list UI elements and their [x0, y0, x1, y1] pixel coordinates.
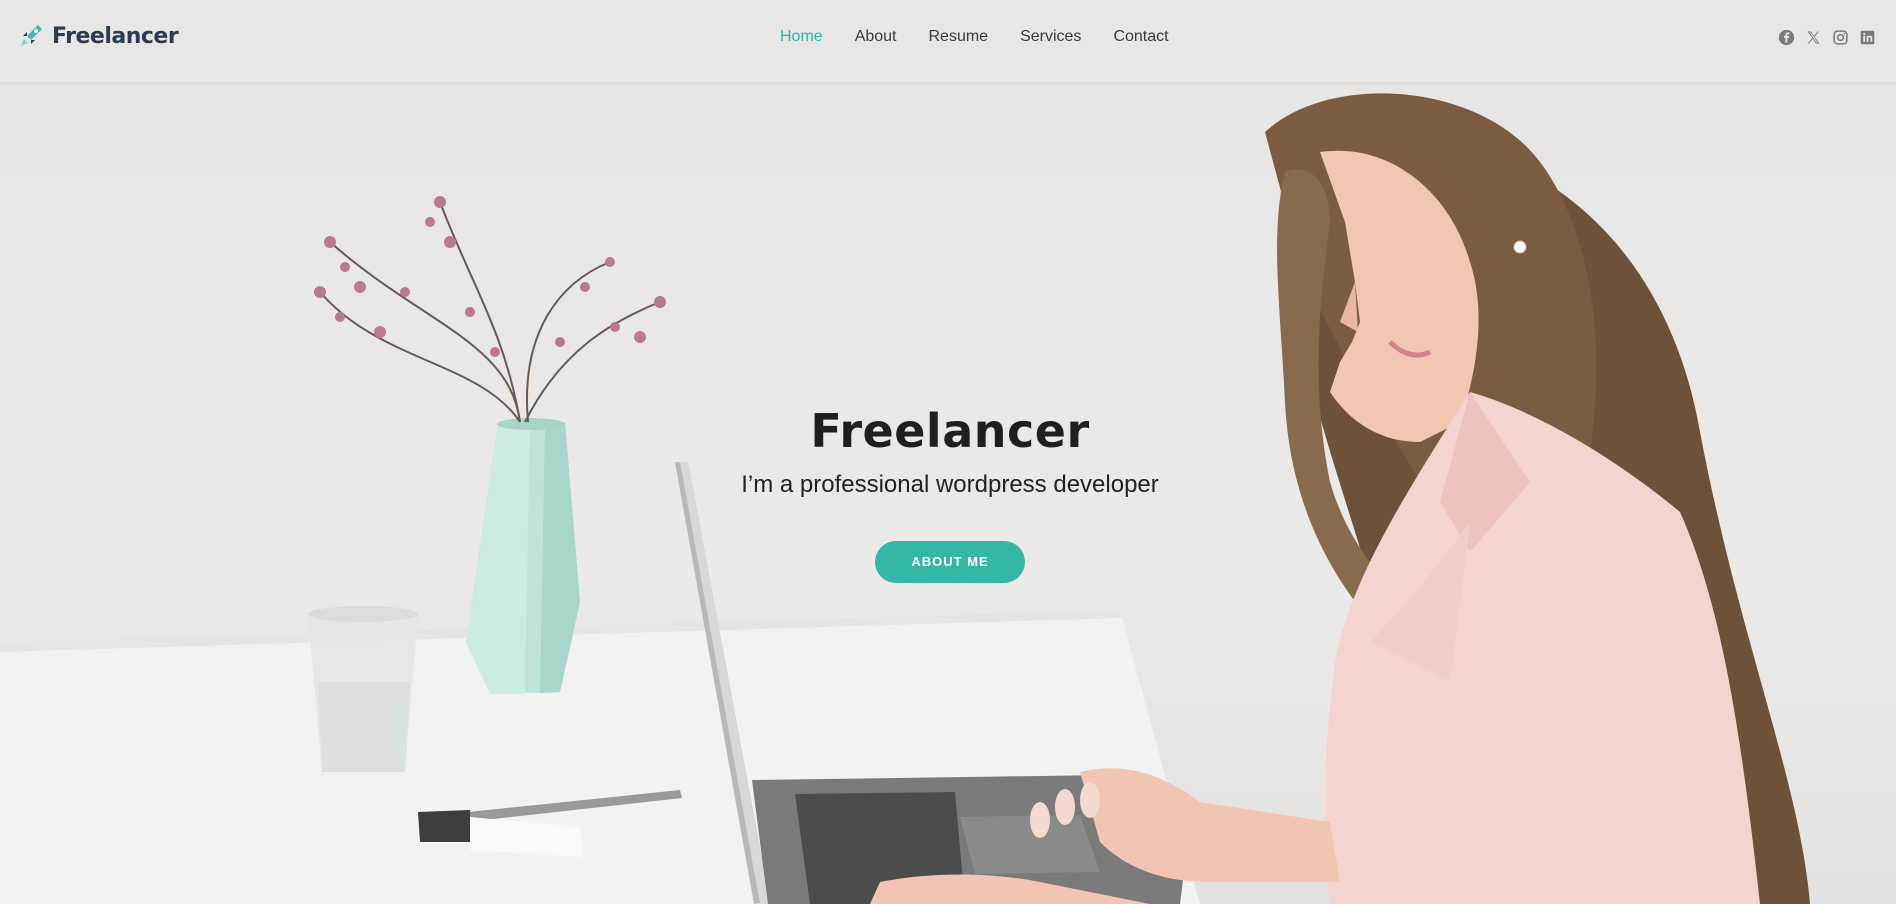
- logo-text: Freelancer: [52, 23, 179, 49]
- social-links: [1778, 29, 1876, 46]
- site-header: Freelancer Home About Resume Services Co…: [0, 0, 1896, 82]
- site-logo[interactable]: Freelancer: [16, 20, 179, 52]
- nav-services[interactable]: Services: [1020, 28, 1081, 46]
- instagram-icon[interactable]: [1832, 29, 1849, 46]
- glass-illustration: [308, 606, 418, 772]
- rocket-icon: [21, 25, 42, 46]
- hero-title: Freelancer: [810, 404, 1090, 458]
- nav-contact[interactable]: Contact: [1113, 28, 1168, 46]
- nav-home[interactable]: Home: [780, 28, 823, 46]
- hero-section: Freelancer I’m a professional wordpress …: [0, 82, 1896, 904]
- hero-content: Freelancer I’m a professional wordpress …: [650, 404, 1250, 584]
- flower-blossoms: [314, 196, 666, 357]
- facebook-icon[interactable]: [1778, 29, 1795, 46]
- linkedin-icon[interactable]: [1859, 29, 1876, 46]
- about-me-button[interactable]: ABOUT ME: [875, 541, 1025, 584]
- nav-resume[interactable]: Resume: [929, 28, 989, 46]
- flower-stems: [319, 201, 661, 423]
- main-nav: Home About Resume Services Contact: [780, 28, 1169, 46]
- nav-about[interactable]: About: [855, 28, 897, 46]
- x-twitter-icon[interactable]: [1805, 29, 1822, 46]
- hero-subtitle: I’m a professional wordpress developer: [741, 471, 1159, 499]
- vase-illustration: [466, 418, 580, 694]
